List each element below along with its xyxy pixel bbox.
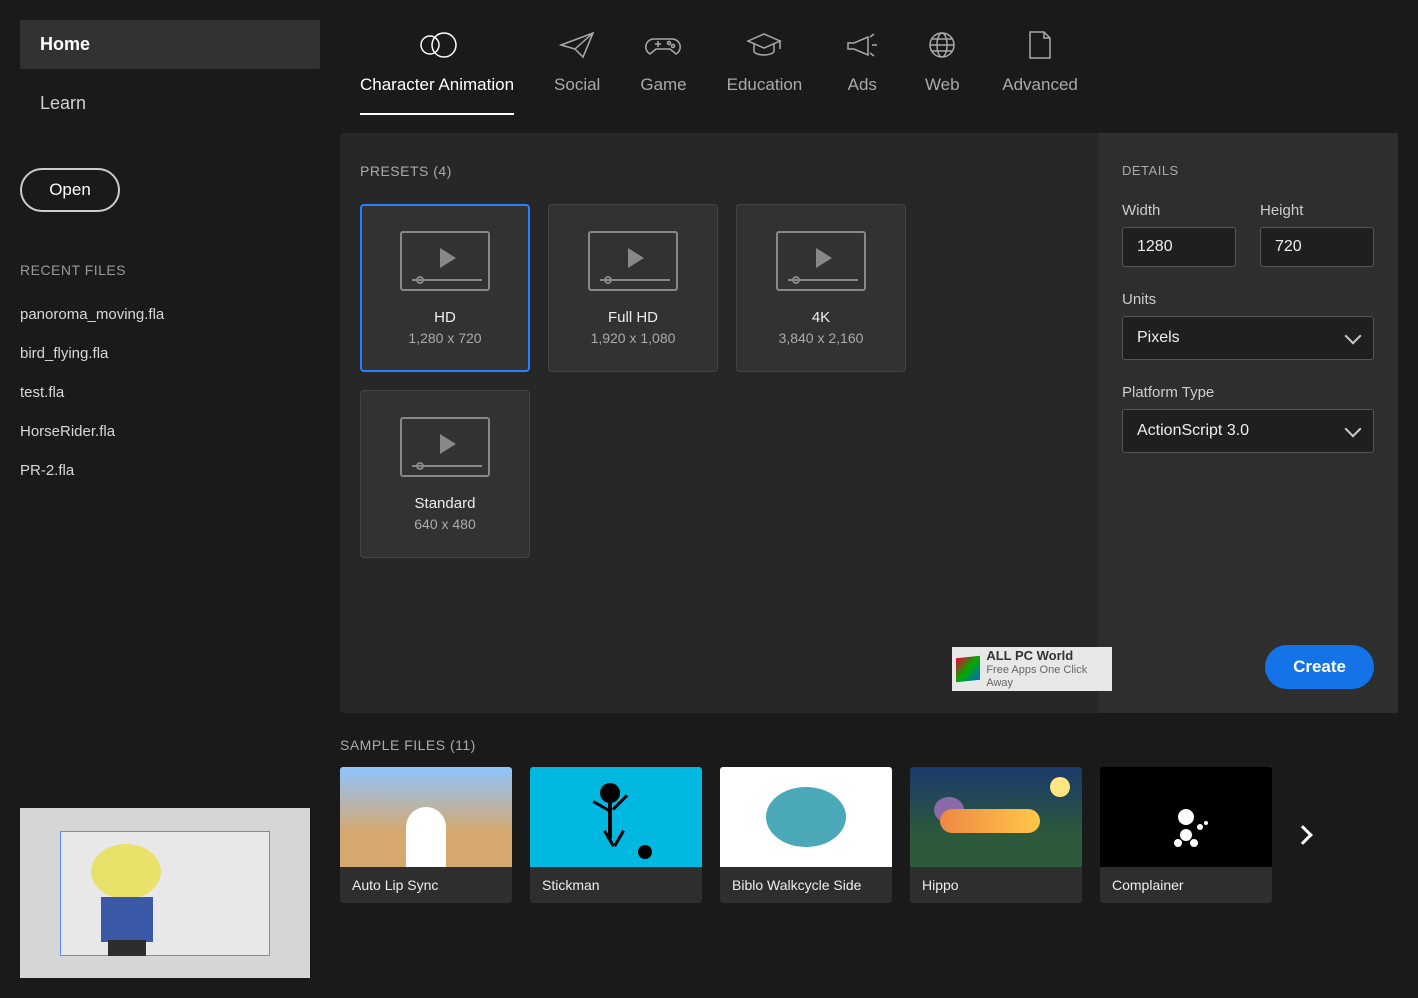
graduation-icon	[744, 30, 784, 60]
megaphone-icon	[842, 30, 882, 60]
sample-files-header: SAMPLE FILES (11)	[340, 737, 1398, 753]
recent-file[interactable]: bird_flying.fla	[20, 345, 320, 362]
height-input[interactable]	[1260, 227, 1374, 267]
sample-thumbnail	[910, 767, 1082, 867]
presets-area: PRESETS (4) HD 1,280 x 720 Full HD 1,920…	[340, 133, 1098, 713]
sample-auto-lip-sync[interactable]: Auto Lip Sync	[340, 767, 512, 903]
tab-game[interactable]: Game	[640, 30, 686, 115]
preset-name: HD	[434, 309, 456, 326]
content-panel: PRESETS (4) HD 1,280 x 720 Full HD 1,920…	[340, 133, 1398, 713]
sample-label: Biblo Walkcycle Side	[720, 867, 892, 903]
tab-advanced[interactable]: Advanced	[1002, 30, 1078, 115]
width-input[interactable]	[1122, 227, 1236, 267]
units-select[interactable]: Pixels	[1122, 316, 1374, 360]
preset-size: 640 x 480	[414, 516, 476, 532]
character-icon	[417, 30, 457, 60]
preset-standard[interactable]: Standard 640 x 480	[360, 390, 530, 558]
globe-icon	[922, 30, 962, 60]
sidebar-nav-home[interactable]: Home	[20, 20, 320, 69]
sample-hippo[interactable]: Hippo	[910, 767, 1082, 903]
sample-files-row: Auto Lip Sync Stickman Biblo Walkcycle S…	[340, 767, 1398, 903]
tab-education[interactable]: Education	[727, 30, 803, 115]
sample-complainer[interactable]: Complainer	[1100, 767, 1272, 903]
preset-size: 1,280 x 720	[408, 330, 481, 346]
units-value: Pixels	[1137, 329, 1180, 347]
recent-file[interactable]: panoroma_moving.fla	[20, 306, 320, 323]
preset-name: Standard	[415, 495, 476, 512]
presets-header: PRESETS (4)	[360, 163, 1078, 179]
gamepad-icon	[643, 30, 683, 60]
tab-label: Advanced	[1002, 75, 1078, 95]
main-area: Character Animation Social Game	[340, 20, 1398, 978]
recent-file[interactable]: test.fla	[20, 384, 320, 401]
category-tabs: Character Animation Social Game	[340, 20, 1398, 115]
sample-thumbnail	[530, 767, 702, 867]
platform-select[interactable]: ActionScript 3.0	[1122, 409, 1374, 453]
units-label: Units	[1122, 291, 1374, 308]
preset-name: Full HD	[608, 309, 658, 326]
preset-hd[interactable]: HD 1,280 x 720	[360, 204, 530, 372]
tab-social[interactable]: Social	[554, 30, 600, 115]
document-icon	[1020, 30, 1060, 60]
watermark-logo-icon	[956, 656, 980, 683]
recent-files-list: panoroma_moving.fla bird_flying.fla test…	[20, 306, 320, 479]
platform-value: ActionScript 3.0	[1137, 422, 1249, 440]
preview-thumbnail[interactable]	[20, 808, 310, 978]
sample-stickman[interactable]: Stickman	[530, 767, 702, 903]
chevron-down-icon	[1345, 328, 1362, 345]
sample-label: Complainer	[1100, 867, 1272, 903]
create-button[interactable]: Create	[1265, 645, 1374, 689]
sample-files-section: SAMPLE FILES (11) Auto Lip Sync Stickman	[340, 737, 1398, 903]
width-label: Width	[1122, 202, 1236, 219]
recent-file[interactable]: PR-2.fla	[20, 462, 320, 479]
sample-label: Auto Lip Sync	[340, 867, 512, 903]
preset-size: 3,840 x 2,160	[779, 330, 864, 346]
sample-thumbnail	[1100, 767, 1272, 867]
tab-label: Social	[554, 75, 600, 95]
chevron-down-icon	[1345, 421, 1362, 438]
sample-thumbnail	[720, 767, 892, 867]
sidebar: Home Learn Open RECENT FILES panoroma_mo…	[20, 20, 320, 978]
tab-label: Web	[925, 75, 960, 95]
tab-character-animation[interactable]: Character Animation	[360, 30, 514, 115]
height-label: Height	[1260, 202, 1374, 219]
recent-files-header: RECENT FILES	[20, 262, 320, 278]
watermark-title: ALL PC World	[986, 648, 1108, 664]
video-icon	[400, 417, 490, 477]
details-header: DETAILS	[1122, 163, 1374, 178]
scroll-right-icon[interactable]	[1293, 825, 1313, 845]
sample-biblo[interactable]: Biblo Walkcycle Side	[720, 767, 892, 903]
paper-plane-icon	[557, 30, 597, 60]
tab-label: Education	[727, 75, 803, 95]
tab-ads[interactable]: Ads	[842, 30, 882, 115]
sidebar-nav-learn[interactable]: Learn	[20, 79, 320, 128]
recent-file[interactable]: HorseRider.fla	[20, 423, 320, 440]
sample-label: Hippo	[910, 867, 1082, 903]
watermark-subtitle: Free Apps One Click Away	[986, 664, 1108, 690]
open-button[interactable]: Open	[20, 168, 120, 212]
tab-web[interactable]: Web	[922, 30, 962, 115]
platform-label: Platform Type	[1122, 384, 1374, 401]
tab-label: Character Animation	[360, 75, 514, 95]
preset-size: 1,920 x 1,080	[591, 330, 676, 346]
watermark: ALL PC World Free Apps One Click Away	[952, 647, 1112, 691]
video-icon	[400, 231, 490, 291]
sample-thumbnail	[340, 767, 512, 867]
details-panel: DETAILS Width Height Units Pixels	[1098, 133, 1398, 713]
tab-label: Ads	[848, 75, 877, 95]
preset-name: 4K	[812, 309, 830, 326]
video-icon	[776, 231, 866, 291]
preset-fullhd[interactable]: Full HD 1,920 x 1,080	[548, 204, 718, 372]
preset-grid: HD 1,280 x 720 Full HD 1,920 x 1,080 4K …	[360, 204, 1078, 558]
tab-label: Game	[640, 75, 686, 95]
video-icon	[588, 231, 678, 291]
sample-label: Stickman	[530, 867, 702, 903]
preset-4k[interactable]: 4K 3,840 x 2,160	[736, 204, 906, 372]
